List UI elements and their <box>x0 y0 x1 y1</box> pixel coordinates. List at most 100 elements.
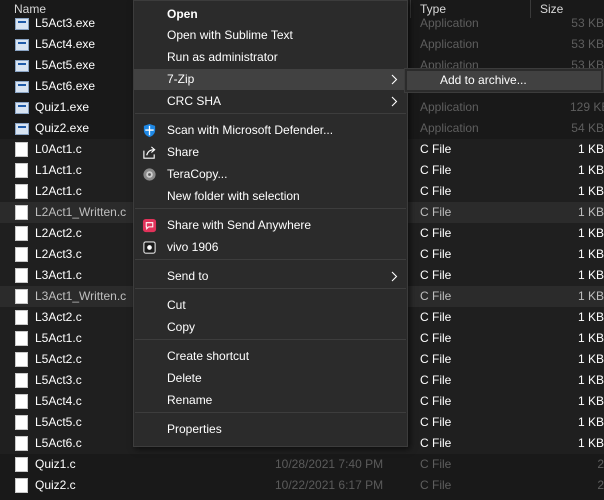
menu-item-delete[interactable]: Delete <box>134 368 407 389</box>
file-type: Application <box>420 121 479 135</box>
document-icon <box>15 331 28 346</box>
menu-item-run-admin[interactable]: Run as administrator <box>134 47 407 68</box>
defender-shield-icon <box>142 123 157 138</box>
file-type: C File <box>420 478 452 492</box>
menu-item-7zip[interactable]: 7-Zip <box>134 69 407 90</box>
file-size: 1 KB <box>577 268 604 282</box>
file-name: L2Act3.c <box>35 247 82 261</box>
menu-item-send-anywhere[interactable]: Share with Send Anywhere <box>134 215 407 236</box>
file-name: L5Act6.c <box>35 436 82 450</box>
menu-separator <box>135 412 406 413</box>
file-size: 1 KB <box>577 142 604 156</box>
document-icon <box>15 436 28 451</box>
chevron-right-icon <box>389 74 399 85</box>
menu-item-label: Open <box>167 7 198 21</box>
menu-item-vivo[interactable]: vivo 1906 <box>134 237 407 258</box>
file-type: C File <box>420 352 452 366</box>
file-size: 1 KB <box>577 184 604 198</box>
file-size: 53 KB <box>571 16 604 30</box>
document-icon <box>15 457 28 472</box>
file-name: L3Act1.c <box>35 268 82 282</box>
file-name: L2Act1_Written.c <box>35 205 127 219</box>
menu-item-cut[interactable]: Cut <box>134 295 407 316</box>
menu-item-send-to[interactable]: Send to <box>134 266 407 287</box>
file-type: C File <box>420 268 452 282</box>
chevron-right-icon <box>389 271 399 282</box>
exe-icon <box>15 102 29 114</box>
phone-device-icon <box>142 240 157 255</box>
file-type: C File <box>420 415 452 429</box>
exe-icon <box>15 81 29 93</box>
menu-item-open-sublime[interactable]: Open with Sublime Text <box>134 25 407 46</box>
file-name: Quiz1.exe <box>35 100 90 114</box>
file-type: C File <box>420 457 452 471</box>
file-size: 2 <box>597 457 604 471</box>
file-row[interactable]: Quiz2.c 10/22/2021 6:17 PM C File 2 <box>0 475 604 496</box>
file-size: 1 KB <box>577 247 604 261</box>
file-size: 1 KB <box>577 373 604 387</box>
menu-item-open[interactable]: Open <box>134 4 407 25</box>
document-icon <box>15 352 28 367</box>
file-size: 1 KB <box>577 310 604 324</box>
menu-item-rename[interactable]: Rename <box>134 390 407 411</box>
file-name: L5Act4.exe <box>35 37 96 51</box>
file-size: 1 KB <box>577 331 604 345</box>
file-name: L5Act1.c <box>35 331 82 345</box>
document-icon <box>15 394 28 409</box>
menu-item-label: Send to <box>167 269 209 283</box>
menu-item-label: CRC SHA <box>167 94 222 108</box>
file-name: L5Act3.exe <box>35 16 96 30</box>
menu-item-label: Cut <box>167 298 186 312</box>
document-icon <box>15 184 28 199</box>
document-icon <box>15 310 28 325</box>
file-type: C File <box>420 205 452 219</box>
file-name: Quiz2.exe <box>35 121 90 135</box>
exe-icon <box>15 60 29 72</box>
file-name: L5Act5.c <box>35 415 82 429</box>
file-type: Application <box>420 100 479 114</box>
document-icon <box>15 247 28 262</box>
file-size: 1 KB <box>577 394 604 408</box>
file-type: C File <box>420 289 452 303</box>
document-icon <box>15 142 28 157</box>
7zip-submenu: Add to archive... <box>404 68 604 93</box>
add-to-archive-item[interactable]: Add to archive... <box>407 71 601 90</box>
document-icon <box>15 268 28 283</box>
menu-item-crc-sha[interactable]: CRC SHA <box>134 91 407 112</box>
file-size: 1 KB <box>577 415 604 429</box>
document-icon <box>15 478 28 493</box>
menu-separator <box>135 113 406 114</box>
menu-item-create-shortcut[interactable]: Create shortcut <box>134 346 407 367</box>
file-name: L5Act3.c <box>35 373 82 387</box>
file-row[interactable]: Quiz1.c 10/28/2021 7:40 PM C File 2 <box>0 454 604 475</box>
file-date: 10/22/2021 6:17 PM <box>275 478 384 492</box>
menu-item-label: Rename <box>167 393 213 407</box>
file-name: Quiz1.c <box>35 457 76 471</box>
document-icon <box>15 205 28 220</box>
teracopy-icon <box>142 167 157 182</box>
file-size: 1 KB <box>577 205 604 219</box>
menu-item-teracopy[interactable]: TeraCopy... <box>134 164 407 185</box>
menu-separator <box>135 208 406 209</box>
chevron-right-icon <box>389 96 399 107</box>
menu-item-label: Create shortcut <box>167 349 250 363</box>
menu-item-defender[interactable]: Scan with Microsoft Defender... <box>134 120 407 141</box>
menu-item-properties[interactable]: Properties <box>134 419 407 440</box>
file-date: 10/28/2021 7:40 PM <box>275 457 384 471</box>
file-name: L1Act1.c <box>35 163 82 177</box>
menu-item-share[interactable]: Share <box>134 142 407 163</box>
menu-item-copy[interactable]: Copy <box>134 317 407 338</box>
menu-item-label: Scan with Microsoft Defender... <box>167 123 334 137</box>
file-name: L5Act4.c <box>35 394 82 408</box>
file-type: C File <box>420 142 452 156</box>
file-type: Application <box>420 16 479 30</box>
file-name: L2Act2.c <box>35 226 82 240</box>
file-type: C File <box>420 310 452 324</box>
file-type: C File <box>420 394 452 408</box>
menu-item-new-folder[interactable]: New folder with selection <box>134 186 407 207</box>
menu-item-label: Run as administrator <box>167 50 278 64</box>
document-icon <box>15 163 28 178</box>
menu-item-label: Share with Send Anywhere <box>167 218 312 232</box>
file-name: L5Act5.exe <box>35 58 96 72</box>
file-type: C File <box>420 226 452 240</box>
